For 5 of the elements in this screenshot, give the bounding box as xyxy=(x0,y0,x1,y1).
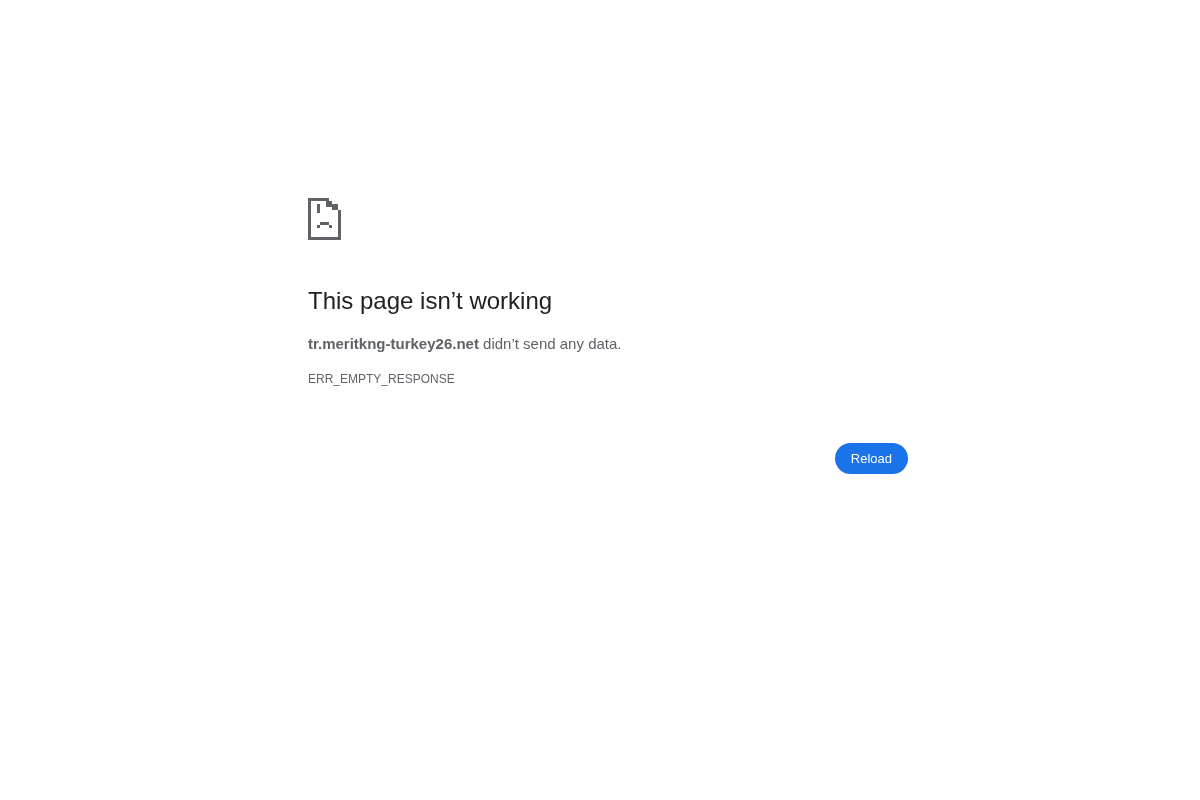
sad-page-icon xyxy=(308,198,341,240)
error-heading: This page isn’t working xyxy=(308,286,554,316)
reload-button[interactable]: Reload xyxy=(834,443,908,474)
error-message: tr.meritkng-turkey26.net didn’t send any data. xyxy=(308,334,623,354)
error-code: ERR_EMPTY_RESPONSE xyxy=(308,371,456,388)
